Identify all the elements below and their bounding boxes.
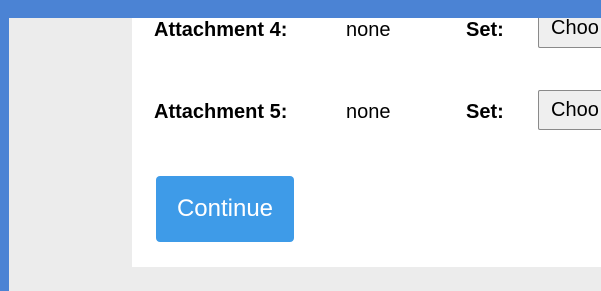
set-label: Set: <box>466 101 504 123</box>
browser-frame-top <box>0 0 601 18</box>
attachment-row-4: Attachment 4: none Set: Choo <box>154 18 601 48</box>
browser-frame-left <box>0 0 9 291</box>
attachment-label: Attachment 4: <box>154 19 288 41</box>
attachment-5-select[interactable]: Choo <box>538 90 601 130</box>
attachment-value: none <box>346 101 391 123</box>
attachment-value: none <box>346 19 391 41</box>
attachment-4-select[interactable]: Choo <box>538 18 601 48</box>
attachment-label: Attachment 5: <box>154 101 288 123</box>
continue-button[interactable]: Continue <box>156 176 294 242</box>
set-label: Set: <box>466 19 504 41</box>
attachment-row-5: Attachment 5: none Set: Choo <box>154 90 601 130</box>
